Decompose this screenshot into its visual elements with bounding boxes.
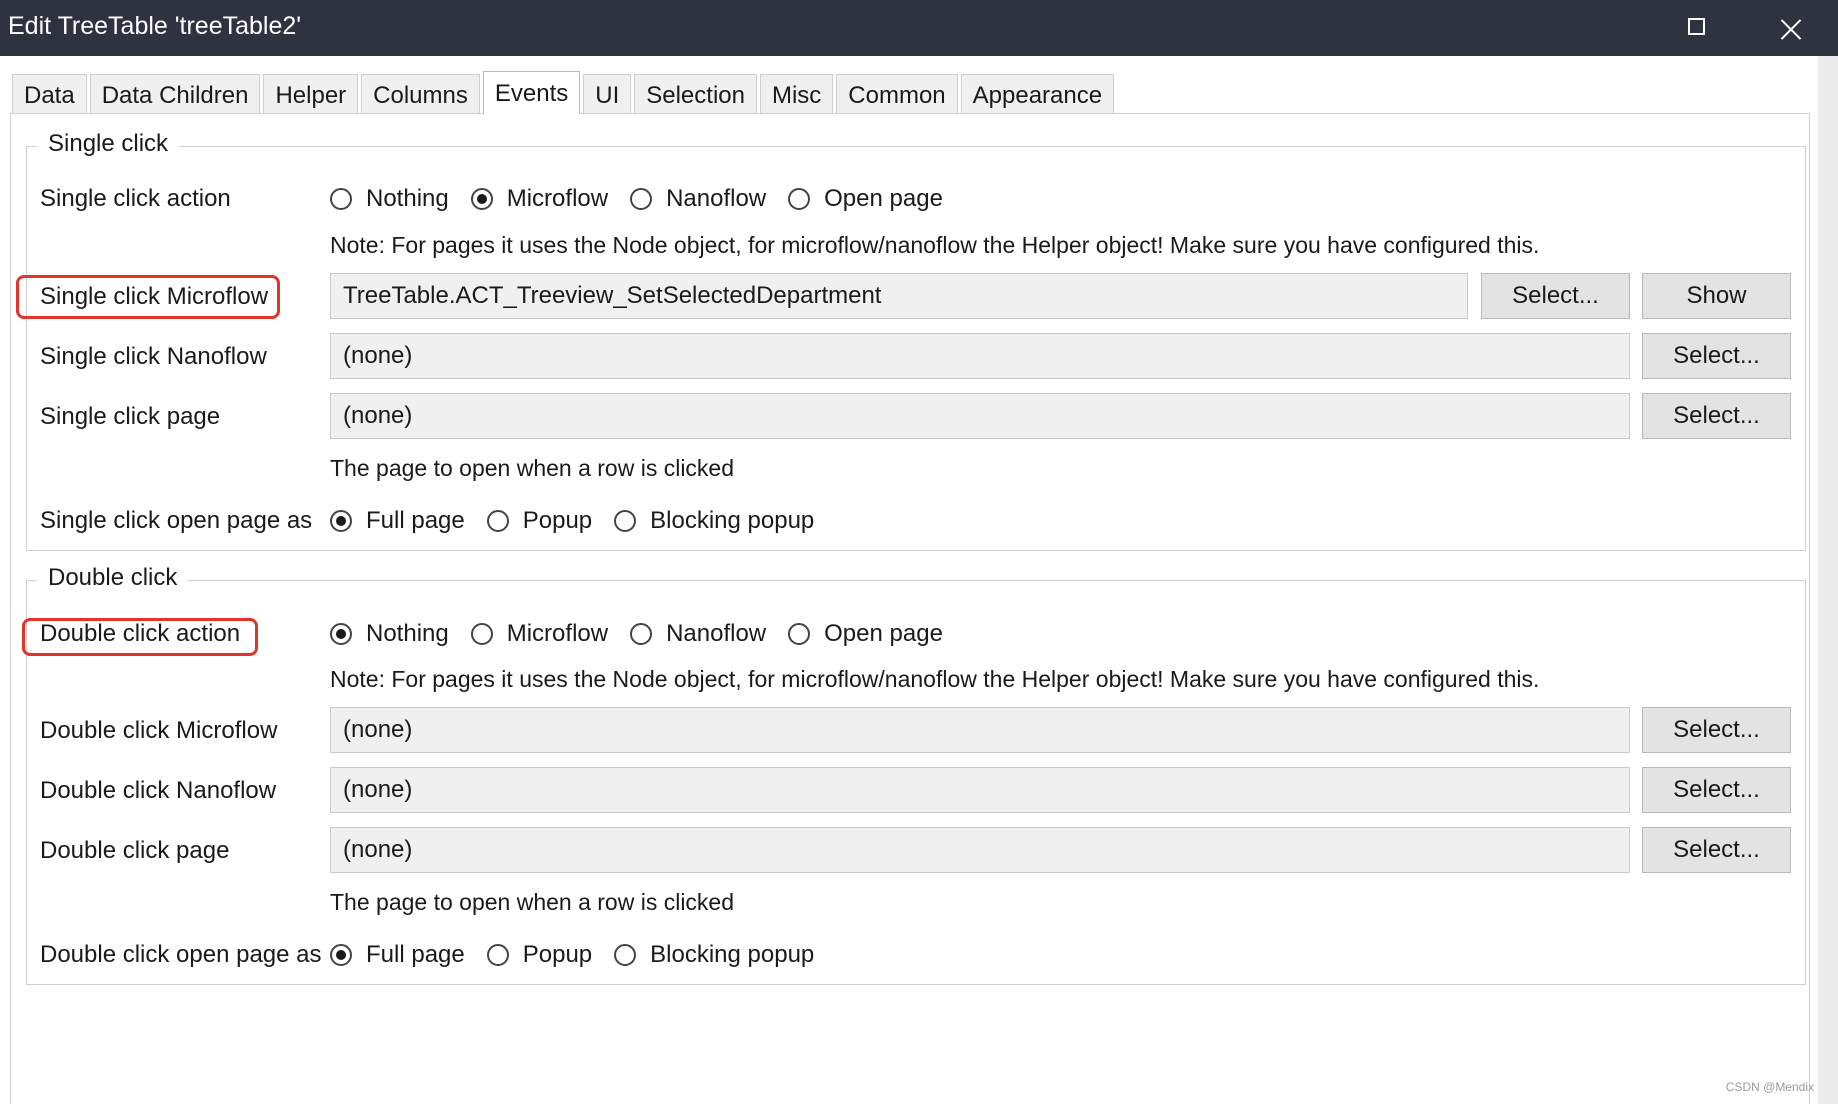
double-click-legend: Double click (37, 563, 189, 593)
radio-checked-icon (470, 188, 493, 210)
single-click-nanoflow-field[interactable]: (none) (330, 333, 1630, 379)
single-click-open-as-radio-group: Full page Popup Blocking popup (330, 507, 836, 535)
double-click-open-as-blocking-popup[interactable]: Blocking popup (614, 941, 814, 969)
double-click-action-label: Double click action (40, 620, 241, 647)
watermark: CSDN @Mendix (1725, 1080, 1814, 1094)
double-click-action-microflow[interactable]: Microflow (470, 620, 608, 648)
single-click-page-select-button[interactable]: Select... (1642, 393, 1791, 439)
single-click-open-as-full-page[interactable]: Full page (330, 507, 465, 535)
radio-icon (630, 188, 653, 210)
single-click-open-as-label: Single click open page as (40, 507, 313, 534)
radio-checked-icon (330, 944, 352, 966)
tab-helper[interactable]: Helper (263, 74, 359, 114)
single-click-action-label: Single click action (40, 185, 231, 212)
tab-columns[interactable]: Columns (361, 74, 480, 114)
maximize-button[interactable] (1670, 8, 1720, 48)
tab-strip: Data Data Children Helper Columns Events… (12, 71, 1117, 114)
window-title: Edit TreeTable 'treeTable2' (8, 12, 302, 40)
double-click-page-label: Double click page (40, 837, 230, 864)
single-click-action-microflow[interactable]: Microflow (470, 185, 608, 213)
double-click-nanoflow-label: Double click Nanoflow (40, 777, 277, 804)
tab-events[interactable]: Events (482, 71, 581, 114)
radio-icon (486, 944, 509, 966)
maximize-icon (1688, 18, 1705, 35)
double-click-open-as-radio-group: Full page Popup Blocking popup (330, 941, 836, 969)
double-click-microflow-select-button[interactable]: Select... (1642, 707, 1791, 753)
double-click-action-radio-group: Nothing Microflow Nanoflow Open page (330, 620, 965, 648)
tab-common[interactable]: Common (836, 74, 958, 114)
tab-misc[interactable]: Misc (759, 74, 834, 114)
tab-selection[interactable]: Selection (634, 74, 757, 114)
double-click-nanoflow-select-button[interactable]: Select... (1642, 767, 1791, 813)
single-click-open-as-popup[interactable]: Popup (486, 507, 592, 535)
radio-icon (614, 944, 637, 966)
double-click-microflow-field[interactable]: (none) (330, 707, 1630, 753)
double-click-action-nothing[interactable]: Nothing (330, 620, 449, 648)
radio-icon (630, 623, 653, 645)
radio-icon (330, 188, 352, 210)
title-bar: Edit TreeTable 'treeTable2' (0, 0, 1838, 56)
single-click-page-hint: The page to open when a row is clicked (330, 455, 735, 481)
double-click-note: Note: For pages it uses the Node object,… (330, 666, 1540, 692)
double-click-action-nanoflow[interactable]: Nanoflow (630, 620, 766, 648)
radio-checked-icon (330, 510, 352, 532)
double-click-page-select-button[interactable]: Select... (1642, 827, 1791, 873)
single-click-action-open-page[interactable]: Open page (788, 185, 943, 213)
single-click-note: Note: For pages it uses the Node object,… (330, 232, 1540, 258)
double-click-page-field[interactable]: (none) (330, 827, 1630, 873)
single-click-page-field[interactable]: (none) (330, 393, 1630, 439)
single-click-nanoflow-select-button[interactable]: Select... (1642, 333, 1791, 379)
single-click-microflow-field[interactable]: TreeTable.ACT_Treeview_SetSelectedDepart… (330, 273, 1468, 319)
double-click-microflow-label: Double click Microflow (40, 717, 278, 744)
tab-data[interactable]: Data (12, 74, 87, 114)
close-button[interactable] (1766, 8, 1816, 48)
tab-ui[interactable]: UI (583, 74, 632, 114)
scrollbar[interactable] (1818, 56, 1838, 1104)
single-click-microflow-select-button[interactable]: Select... (1481, 273, 1630, 319)
single-click-microflow-show-button[interactable]: Show (1642, 273, 1791, 319)
tab-appearance[interactable]: Appearance (960, 74, 1115, 114)
single-click-microflow-label: Single click Microflow (40, 283, 269, 310)
tab-data-children[interactable]: Data Children (89, 74, 261, 114)
radio-icon (470, 623, 493, 645)
single-click-action-nanoflow[interactable]: Nanoflow (630, 185, 766, 213)
radio-icon (486, 510, 509, 532)
single-click-open-as-blocking-popup[interactable]: Blocking popup (614, 507, 814, 535)
single-click-action-radio-group: Nothing Microflow Nanoflow Open page (330, 185, 965, 213)
double-click-open-as-full-page[interactable]: Full page (330, 941, 465, 969)
single-click-page-label: Single click page (40, 403, 221, 430)
single-click-legend: Single click (37, 129, 180, 159)
radio-icon (614, 510, 637, 532)
single-click-action-nothing[interactable]: Nothing (330, 185, 449, 213)
double-click-open-as-label: Double click open page as (40, 941, 322, 968)
radio-icon (788, 623, 811, 645)
double-click-open-as-popup[interactable]: Popup (486, 941, 592, 969)
double-click-page-hint: The page to open when a row is clicked (330, 889, 735, 915)
double-click-nanoflow-field[interactable]: (none) (330, 767, 1630, 813)
radio-checked-icon (330, 623, 352, 645)
double-click-action-open-page[interactable]: Open page (788, 620, 943, 648)
single-click-nanoflow-label: Single click Nanoflow (40, 343, 267, 370)
radio-icon (788, 188, 811, 210)
